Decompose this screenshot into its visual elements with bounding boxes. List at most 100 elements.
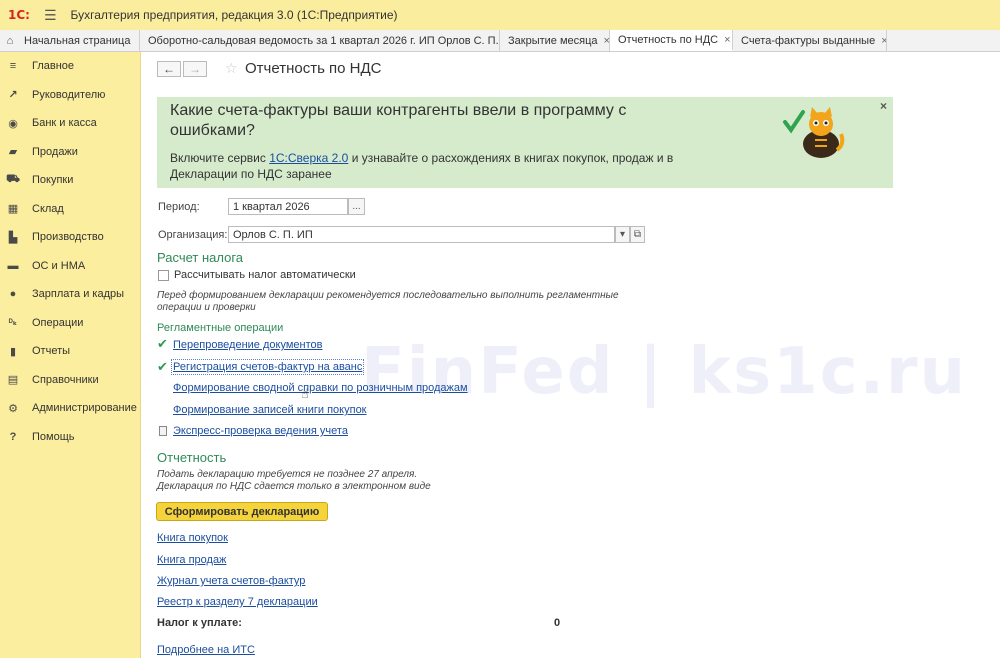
bank-icon: ◉: [8, 117, 18, 130]
sidebar-item-directories[interactable]: ▤ Справочники: [0, 366, 140, 395]
sidebar-item-label: Отчеты: [32, 345, 71, 358]
prep-note: Перед формированием декларации рекоменду…: [157, 290, 619, 313]
operations-icon: ᴰₖ: [8, 317, 18, 328]
tab-label: Закрытие месяца: [508, 34, 598, 47]
period-field[interactable]: 1 квартал 2026: [228, 198, 348, 215]
op-link-purchase-book-entries[interactable]: Формирование записей книги покупок: [173, 404, 367, 416]
sidebar-item-help[interactable]: ? Помощь: [0, 423, 140, 452]
close-icon[interactable]: ×: [881, 35, 886, 47]
sidebar-item-reports[interactable]: ▮ Отчеты: [0, 337, 140, 366]
done-check-icon: ✔: [157, 336, 168, 351]
sidebar-item-label: Главное: [32, 60, 75, 73]
truck-icon: ▬: [7, 259, 19, 272]
main-content: FinFed | ks1c.ru ← → ☆ Отчетность по НДС…: [141, 52, 1000, 658]
page-title: Отчетность по НДС: [245, 60, 382, 77]
sidebar-item-label: Производство: [32, 231, 104, 244]
tab-vat-reporting[interactable]: Отчетность по НДС ×: [610, 30, 733, 51]
sidebar-item-label: Продажи: [32, 145, 78, 158]
close-icon[interactable]: ×: [724, 34, 730, 46]
tax-calc-heading: Расчет налога: [157, 250, 244, 265]
banner-close-icon[interactable]: ×: [880, 99, 887, 113]
sidebar-item-sales[interactable]: ▰ Продажи: [0, 138, 140, 167]
tab-month-closing[interactable]: Закрытие месяца ×: [500, 30, 610, 51]
forward-button[interactable]: →: [183, 61, 207, 77]
sidebar-item-admin[interactable]: ⚙ Администрирование: [0, 394, 140, 423]
banner-text-before: Включите сервис: [170, 151, 270, 165]
watermark: FinFed | ks1c.ru: [361, 335, 968, 409]
express-check-link[interactable]: Экспресс-проверка ведения учета: [173, 425, 348, 437]
section7-register-link[interactable]: Реестр к разделу 7 декларации: [157, 596, 318, 608]
tab-label: Оборотно-сальдовая ведомость за 1 кварта…: [148, 34, 499, 47]
cat-mascot-icon: [783, 107, 845, 158]
tax-due-value: 0: [554, 617, 561, 629]
menu-icon: ≡: [9, 60, 17, 73]
banner-heading: Какие счета-фактуры ваши контрагенты вве…: [170, 102, 627, 139]
generate-declaration-button[interactable]: Сформировать декларацию: [156, 502, 328, 521]
organization-label: Организация:: [158, 229, 228, 241]
reporting-heading: Отчетность: [157, 450, 227, 465]
organization-field[interactable]: Орлов С. П. ИП: [228, 226, 615, 243]
sidebar-item-main[interactable]: ≡ Главное: [0, 52, 140, 81]
tab-home[interactable]: ⌂ Начальная страница: [0, 30, 140, 51]
sidebar-item-label: Руководителю: [32, 88, 106, 101]
main-menu-icon[interactable]: ☰: [44, 7, 57, 24]
sidebar-item-production[interactable]: ▙ Производство: [0, 223, 140, 252]
deadline-note: Подать декларацию требуется не позднее 2…: [157, 469, 418, 480]
tab-invoices-issued[interactable]: Счета-фактуры выданные ×: [733, 30, 887, 51]
cart-icon: ⛟: [6, 173, 20, 186]
sidebar-item-fixed-assets[interactable]: ▬ ОС и НМА: [0, 252, 140, 281]
tab-turnover-balance[interactable]: Оборотно-сальдовая ведомость за 1 кварта…: [140, 30, 500, 51]
sidebar-item-warehouse[interactable]: ▦ Склад: [0, 195, 140, 224]
purchase-book-link[interactable]: Книга покупок: [157, 532, 228, 544]
auto-calc-label: Рассчитывать налог автоматически: [174, 269, 356, 281]
organization-open-button[interactable]: ⧉: [630, 226, 645, 243]
sales-book-link[interactable]: Книга продаж: [157, 554, 226, 566]
banner-text: Включите сервис 1С:Сверка 2.0 и узнавайт…: [170, 150, 730, 182]
tab-home-label: Начальная страница: [24, 34, 131, 47]
sidebar-item-label: Зарплата и кадры: [32, 288, 125, 301]
tab-label: Счета-фактуры выданные: [741, 34, 876, 47]
sidebar-item-operations[interactable]: ᴰₖ Операции: [0, 309, 140, 338]
op-link-advance-invoices[interactable]: Регистрация счетов-фактур на аванс: [170, 359, 365, 375]
op-link-retail-summary[interactable]: Формирование сводной справки по розничны…: [173, 382, 468, 394]
sverka-link[interactable]: 1С:Сверка 2.0: [269, 151, 348, 165]
close-icon[interactable]: ×: [604, 35, 609, 47]
trend-icon: ↗: [8, 89, 18, 102]
sidebar-item-label: ОС и НМА: [32, 259, 86, 272]
sidebar-item-salary[interactable]: ● Зарплата и кадры: [0, 280, 140, 309]
sidebar-item-label: Покупки: [32, 174, 74, 187]
sidebar-item-label: Помощь: [32, 430, 75, 443]
title-bar: 1С: ☰ Бухгалтерия предприятия, редакция …: [0, 0, 1000, 31]
grid-icon: ▦: [7, 203, 19, 216]
bar-chart-icon: ▮: [9, 345, 17, 358]
auto-calc-checkbox[interactable]: [158, 270, 169, 281]
sidebar-item-label: Банк и касса: [32, 117, 97, 130]
period-label: Период:: [158, 201, 200, 213]
sidebar-item-manager[interactable]: ↗ Руководителю: [0, 81, 140, 110]
book-icon: ▤: [7, 374, 19, 387]
period-select-button[interactable]: ...: [348, 198, 365, 215]
op-link-reposting[interactable]: Перепроведение документов: [173, 339, 322, 351]
invoice-journal-link[interactable]: Журнал учета счетов-фактур: [157, 575, 305, 587]
gear-icon: ⚙: [8, 402, 18, 415]
app-title: Бухгалтерия предприятия, редакция 3.0 (1…: [70, 8, 398, 22]
tax-due-label: Налог к уплате:: [157, 617, 242, 629]
sidebar-item-label: Операции: [32, 316, 84, 329]
help-icon: ?: [9, 430, 17, 443]
back-button[interactable]: ←: [157, 61, 181, 77]
electronic-note: Декларация по НДС сдается только в элект…: [157, 481, 431, 492]
nav-buttons: ← →: [157, 61, 207, 77]
1c-logo: 1С:: [8, 8, 30, 22]
promo-banner: Какие счета-фактуры ваши контрагенты вве…: [157, 97, 893, 188]
report-doc-icon: [159, 426, 167, 436]
its-more-link[interactable]: Подробнее на ИТС: [157, 644, 255, 656]
tab-label: Отчетность по НДС: [618, 33, 719, 46]
sidebar-item-label: Справочники: [32, 373, 99, 386]
sidebar-item-bank[interactable]: ◉ Банк и касса: [0, 109, 140, 138]
sidebar-item-label: Администрирование: [32, 402, 137, 415]
pointer-cursor-icon: ☝: [301, 386, 309, 401]
organization-dropdown-button[interactable]: ▾: [615, 226, 630, 243]
favorite-star-icon[interactable]: ☆: [225, 60, 238, 77]
sidebar: ≡ Главное ↗ Руководителю ◉ Банк и касса …: [0, 52, 141, 658]
sidebar-item-purchases[interactable]: ⛟ Покупки: [0, 166, 140, 195]
